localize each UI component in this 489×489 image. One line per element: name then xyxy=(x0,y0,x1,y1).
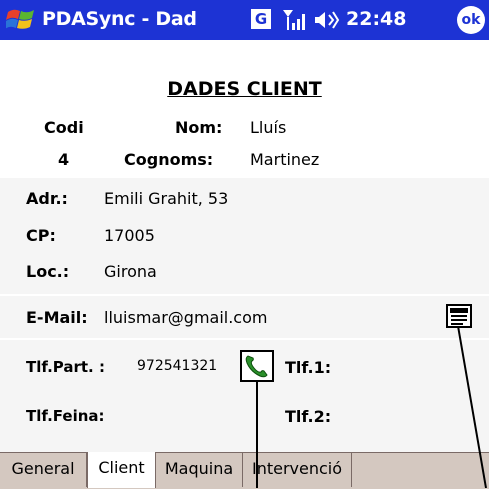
tab-client[interactable]: Client xyxy=(87,452,156,488)
contact-card-icon[interactable] xyxy=(446,304,472,328)
tlf2-label: Tlf.2: xyxy=(285,407,332,426)
page-title: DADES CLIENT xyxy=(167,78,322,100)
cognoms-value: Martinez xyxy=(250,150,320,169)
email-label: E-Mail: xyxy=(26,308,88,327)
g-icon[interactable]: G xyxy=(251,9,271,29)
signal-icon[interactable] xyxy=(281,8,305,32)
tlf-feina-label: Tlf.Feina: xyxy=(26,407,105,425)
cognoms-label: Cognoms: xyxy=(124,150,214,169)
app-title: PDASync - Dad xyxy=(42,8,197,30)
codi-label: Codi xyxy=(44,118,84,137)
volume-icon[interactable] xyxy=(314,9,340,31)
cp-value: 17005 xyxy=(104,226,155,245)
windows-start-icon[interactable] xyxy=(6,6,36,34)
title-bar: PDASync - Dad G 22:48 ok xyxy=(0,0,489,40)
address-panel xyxy=(0,178,489,294)
annotation-line-card xyxy=(457,326,487,488)
tlf-part-label: Tlf.Part. : xyxy=(26,358,105,376)
nom-value: Lluís xyxy=(250,118,287,137)
loc-value: Girona xyxy=(104,262,157,281)
cp-label: CP: xyxy=(26,226,56,245)
annotation-line-phone xyxy=(256,382,258,488)
adr-label: Adr.: xyxy=(26,189,68,208)
tab-intervencio[interactable]: Intervenció xyxy=(243,453,352,487)
clock[interactable]: 22:48 xyxy=(346,8,406,30)
loc-label: Loc.: xyxy=(26,262,70,281)
adr-value: Emili Grahit, 53 xyxy=(104,189,229,208)
email-value: lluismar@gmail.com xyxy=(104,308,268,327)
codi-value: 4 xyxy=(58,150,70,169)
tlf-part-value: 972541321 xyxy=(137,358,218,374)
nom-label: Nom: xyxy=(175,118,223,137)
client-header: DADES CLIENT xyxy=(0,40,489,176)
tlf1-label: Tlf.1: xyxy=(285,358,332,377)
phone-call-icon[interactable] xyxy=(240,350,274,382)
tab-general[interactable]: General xyxy=(0,453,87,487)
ok-button[interactable]: ok xyxy=(457,6,485,34)
tab-maquina[interactable]: Maquina xyxy=(156,453,243,487)
tab-bar: General Client Maquina Intervenció xyxy=(0,452,489,489)
